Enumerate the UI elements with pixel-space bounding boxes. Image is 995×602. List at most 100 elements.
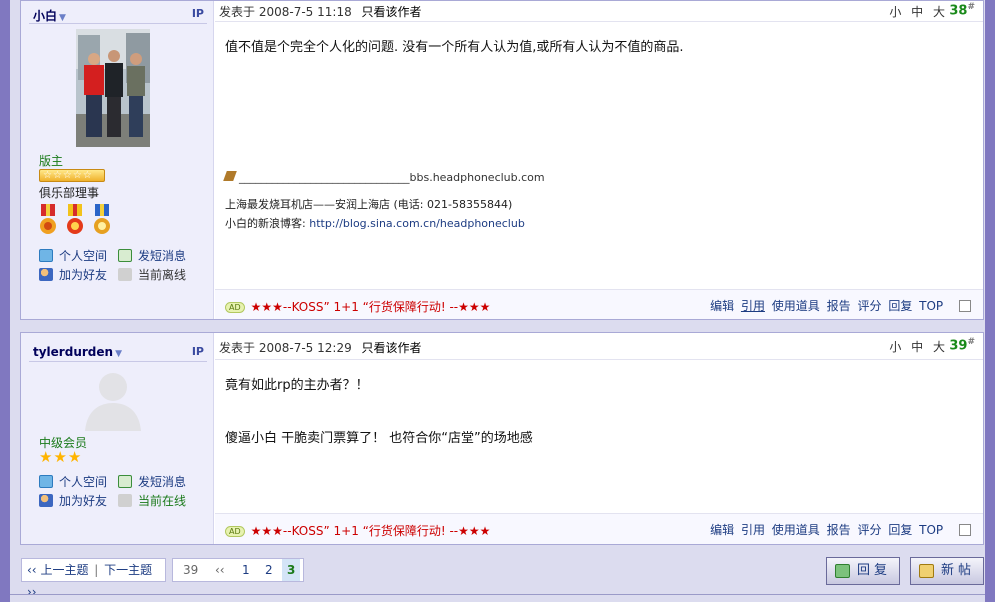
post-39: tylerdurden ▼ IP 中级会员 ★★★ 个人空间 发短消息 加为好友 … (20, 332, 984, 545)
report-link[interactable]: 报告 (827, 299, 851, 313)
author-sidebar: tylerdurden ▼ IP 中级会员 ★★★ 个人空间 发短消息 加为好友 … (21, 333, 214, 544)
window-left-border (0, 0, 10, 602)
home-icon (39, 475, 53, 488)
topic-navigation: ‹‹ 上一主题 | 下一主题 ›› (21, 558, 166, 599)
reply-link[interactable]: 回复 (888, 299, 912, 313)
author-name-menu[interactable]: tylerdurden ▼ (33, 345, 122, 359)
rate-link[interactable]: 评分 (857, 523, 881, 537)
post-content-line: 竟有如此rp的主办者？！ (225, 378, 369, 393)
post-actions: 编辑 引用 使用道具 报告 评分 回复 TOP (707, 521, 971, 538)
post-actions: 编辑 引用 使用道具 报告 评分 回复 TOP (707, 297, 971, 314)
divider (29, 23, 207, 24)
post-main: 发表于 2008-7-5 11:18 只看该作者 小 中 大 38# 值不值是个… (215, 1, 983, 319)
message-icon (118, 475, 132, 488)
rate-link[interactable]: 评分 (857, 299, 881, 313)
new-post-button[interactable]: 新帖 (910, 557, 984, 585)
next-mark: ›› (27, 585, 37, 599)
post-time: 发表于 2008-7-5 12:29 只看该作者 (219, 341, 422, 355)
font-size-switch[interactable]: 小 中 大 (889, 338, 945, 355)
font-size-switch[interactable]: 小 中 大 (889, 3, 945, 20)
divider (10, 594, 985, 595)
rank-stars: ★★★ (39, 448, 83, 466)
first-page-link[interactable]: ‹‹ (215, 559, 225, 581)
author-only-link[interactable]: 只看该作者 (362, 341, 422, 355)
quote-link[interactable]: 引用 (741, 299, 765, 313)
reply-link[interactable]: 回复 (888, 523, 912, 537)
ad-badge: AD (225, 526, 245, 537)
post-content: 值不值是个完全个人化的问题. 没有一个所有人认为值,或所有人认为不值的商品. (225, 40, 684, 55)
post-footer: AD ★★★--KOSS” 1+1 “行货保障行动! --★★★ 编辑 引用 使用… (215, 289, 983, 319)
author-name-menu[interactable]: 小白 ▼ (33, 7, 66, 24)
medal-icon[interactable] (65, 204, 85, 238)
message-icon (118, 249, 132, 262)
top-link[interactable]: TOP (919, 523, 943, 537)
default-avatar-icon[interactable] (79, 367, 147, 431)
new-post-icon (919, 564, 934, 578)
edit-link[interactable]: 编辑 (710, 299, 734, 313)
floor-number[interactable]: 39# (949, 337, 975, 353)
post-header: 发表于 2008-7-5 11:18 只看该作者 小 中 大 38# (215, 1, 983, 22)
next-topic-link[interactable]: 下一主题 (104, 563, 152, 577)
personal-space-link[interactable]: 个人空间 (39, 473, 107, 490)
author-name[interactable]: tylerdurden (33, 345, 113, 359)
divider (29, 361, 207, 362)
edit-link[interactable]: 编辑 (710, 523, 734, 537)
prev-topic-link[interactable]: 上一主题 (40, 563, 88, 577)
rank-stars-badge: ☆☆☆☆☆ (39, 169, 105, 182)
add-friend-link[interactable]: 加为好友 (39, 266, 107, 283)
send-message-link[interactable]: 发短消息 (118, 473, 186, 490)
chevron-down-icon[interactable]: ▼ (59, 13, 66, 23)
select-checkbox[interactable] (959, 300, 971, 312)
floor-number[interactable]: 38# (949, 2, 975, 18)
ip-link[interactable]: IP (192, 7, 204, 20)
ip-link[interactable]: IP (192, 345, 204, 358)
add-friend-icon (39, 494, 53, 507)
add-friend-link[interactable]: 加为好友 (39, 492, 107, 509)
ad-link[interactable]: AD ★★★--KOSS” 1+1 “行货保障行动! --★★★ (225, 522, 490, 539)
author-name[interactable]: 小白 (33, 9, 57, 23)
reply-icon (835, 564, 850, 578)
personal-space-link[interactable]: 个人空间 (39, 247, 107, 264)
page-link[interactable]: 1 (242, 559, 250, 581)
quote-link[interactable]: 引用 (741, 523, 765, 537)
send-message-link[interactable]: 发短消息 (118, 247, 186, 264)
user-online-icon (118, 494, 132, 507)
total-count: 39 (183, 563, 199, 577)
prev-mark: ‹‹ (27, 563, 37, 577)
use-tool-link[interactable]: 使用道具 (772, 299, 820, 313)
report-link[interactable]: 报告 (827, 523, 851, 537)
blog-link[interactable]: http://blog.sina.com.cn/headphoneclub (309, 217, 525, 230)
add-friend-icon (39, 268, 53, 281)
select-checkbox[interactable] (959, 524, 971, 536)
author-avatar-photo[interactable] (76, 29, 150, 147)
post-main: 发表于 2008-7-5 12:29 只看该作者 小 中 大 39# 竟有如此r… (215, 333, 983, 544)
ad-link[interactable]: AD ★★★--KOSS” 1+1 “行货保障行动! --★★★ (225, 298, 490, 315)
post-time: 发表于 2008-7-5 11:18 只看该作者 (219, 5, 422, 19)
signature-shop: 上海最发烧耳机店——安润上海店 (电话: 021-58355844) (225, 198, 513, 211)
top-link[interactable]: TOP (919, 299, 943, 313)
pagination: 39 ‹‹ 1 2 3 (172, 558, 304, 582)
ad-badge: AD (225, 302, 245, 313)
window-right-border (985, 0, 995, 602)
home-icon (39, 249, 53, 262)
chevron-down-icon[interactable]: ▼ (115, 349, 122, 359)
divider: | (94, 563, 99, 577)
current-page: 3 (282, 559, 301, 581)
author-only-link[interactable]: 只看该作者 (362, 5, 422, 19)
page-link[interactable]: 2 (265, 559, 273, 581)
medal-icon[interactable] (38, 204, 58, 238)
reply-button[interactable]: 回复 (826, 557, 900, 585)
post-38: 小白 ▼ IP 版主 ☆☆☆☆☆ 俱乐部理事 个人空间 发短消息 加为好友 当前… (20, 0, 984, 320)
signature-blog: 小白的新浪博客: http://blog.sina.com.cn/headpho… (225, 217, 525, 230)
online-status: 当前离线 (118, 266, 186, 283)
pencil-icon (223, 171, 237, 181)
post-content-line: 傻逼小白 干脆卖门票算了！ 也符合你“店堂”的场地感 (225, 431, 533, 446)
use-tool-link[interactable]: 使用道具 (772, 523, 820, 537)
member-title: 俱乐部理事 (39, 186, 100, 200)
author-sidebar: 小白 ▼ IP 版主 ☆☆☆☆☆ 俱乐部理事 个人空间 发短消息 加为好友 当前… (21, 1, 214, 319)
online-status: 当前在线 (118, 492, 186, 509)
post-footer: AD ★★★--KOSS” 1+1 “行货保障行动! --★★★ 编辑 引用 使用… (215, 513, 983, 544)
rank-label: 版主 (39, 154, 64, 168)
post-header: 发表于 2008-7-5 12:29 只看该作者 小 中 大 39# (215, 333, 983, 360)
medal-icon[interactable] (92, 204, 112, 238)
